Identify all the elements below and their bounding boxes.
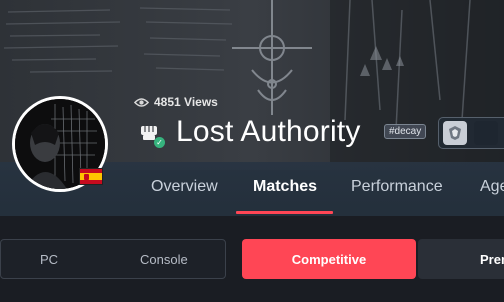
shield-badge-icon bbox=[449, 126, 461, 140]
flag-spain-icon bbox=[79, 168, 103, 185]
mode-premier-button[interactable]: Prem bbox=[418, 239, 504, 279]
badge-slot[interactable] bbox=[474, 121, 498, 145]
mode-competitive-label: Competitive bbox=[291, 251, 367, 267]
platform-pc-button[interactable]: PC bbox=[40, 252, 58, 267]
mode-premier-label: Prem bbox=[480, 251, 504, 267]
tab-matches[interactable]: Matches bbox=[253, 178, 317, 196]
player-tag: #decay bbox=[384, 124, 427, 139]
tab-agents[interactable]: Age bbox=[480, 178, 504, 196]
tab-performance[interactable]: Performance bbox=[351, 178, 443, 196]
views-counter: 4851 Views bbox=[134, 95, 218, 109]
badge-icon[interactable] bbox=[443, 121, 467, 145]
tab-overview[interactable]: Overview bbox=[151, 178, 218, 196]
eye-icon bbox=[134, 97, 149, 107]
platform-filter-group bbox=[0, 239, 226, 279]
views-count-label: 4851 Views bbox=[154, 95, 218, 109]
platform-console-button[interactable]: Console bbox=[140, 252, 188, 267]
verified-check-icon: ✓ bbox=[154, 137, 165, 148]
player-name: Lost Authority bbox=[176, 115, 361, 148]
active-tab-indicator bbox=[236, 211, 333, 214]
mode-competitive-button[interactable]: Competitive bbox=[242, 239, 416, 279]
